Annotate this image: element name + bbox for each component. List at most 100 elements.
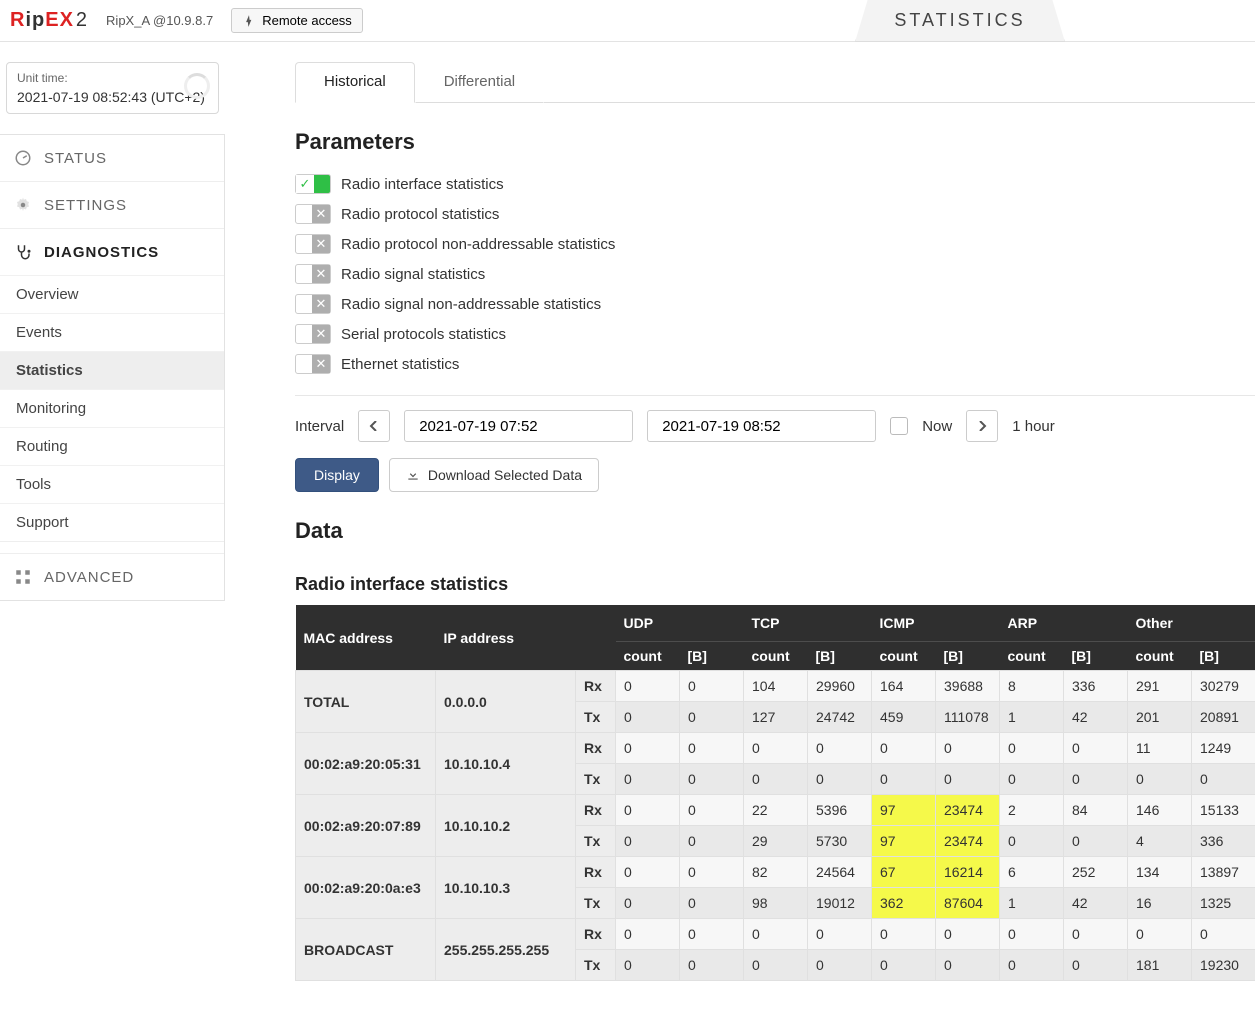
cell-value: 0 [680, 733, 744, 764]
toggle-radio-protocol-na[interactable]: ✕ [295, 234, 331, 254]
cell-value: 0 [1128, 764, 1192, 795]
nav-sub-monitoring[interactable]: Monitoring [0, 389, 224, 427]
cell-value: 146 [1128, 795, 1192, 826]
cell-value: 0 [1128, 919, 1192, 950]
download-button[interactable]: Download Selected Data [389, 458, 599, 492]
cell-value: 0 [872, 919, 936, 950]
interval-to-input[interactable] [647, 410, 876, 442]
cell-value: 0 [744, 764, 808, 795]
cell-value: 0 [1064, 919, 1128, 950]
stethoscope-icon [14, 243, 32, 261]
remote-access-label: Remote access [262, 13, 352, 28]
param-label: Radio protocol non-addressable statistic… [341, 236, 615, 253]
cell-value: 24742 [808, 702, 872, 733]
param-label: Radio interface statistics [341, 176, 504, 193]
parameters-list: ✓ Radio interface statistics ✕ Radio proto… [295, 169, 1255, 379]
nav-settings[interactable]: SETTINGS [0, 181, 224, 228]
cell-value: 19012 [808, 888, 872, 919]
cell-ip: 10.10.10.3 [436, 857, 576, 919]
tab-differential[interactable]: Differential [415, 62, 544, 103]
th-icmp: ICMP [872, 605, 1000, 642]
cell-mac: TOTAL [296, 671, 436, 733]
toggle-serial-protocols[interactable]: ✕ [295, 324, 331, 344]
th-count: count [1128, 642, 1192, 671]
table-row: TOTAL0.0.0.0Rx00104299601643968883362913… [296, 671, 1255, 702]
nav-sub-statistics[interactable]: Statistics [0, 351, 224, 389]
cell-value: 1249 [1192, 733, 1255, 764]
cell-value: 8 [1000, 671, 1064, 702]
cell-value: 0 [1000, 919, 1064, 950]
cell-value: 362 [872, 888, 936, 919]
gear-icon [14, 196, 32, 214]
cell-value: 0 [616, 857, 680, 888]
nav-sub-tools[interactable]: Tools [0, 465, 224, 503]
nav-diagnostics[interactable]: DIAGNOSTICS [0, 228, 224, 275]
now-checkbox[interactable] [890, 417, 908, 435]
cell-value: 0 [1192, 764, 1255, 795]
tab-historical[interactable]: Historical [295, 62, 415, 103]
nav-sub-overview[interactable]: Overview [0, 275, 224, 313]
download-icon [406, 468, 420, 482]
cell-value: 0 [680, 857, 744, 888]
cell-value: 0 [616, 764, 680, 795]
cell-value: 0 [1000, 733, 1064, 764]
cell-value: 0 [744, 950, 808, 981]
toggle-radio-signal-na[interactable]: ✕ [295, 294, 331, 314]
cell-value: 1325 [1192, 888, 1255, 919]
cell-value: 0 [1192, 919, 1255, 950]
cell-value: 87604 [936, 888, 1000, 919]
toggle-ethernet[interactable]: ✕ [295, 354, 331, 374]
cell-value: 336 [1192, 826, 1255, 857]
cell-value: 16214 [936, 857, 1000, 888]
param-label: Radio signal non-addressable statistics [341, 296, 601, 313]
cell-value: 0 [936, 919, 1000, 950]
cell-value: 0 [616, 671, 680, 702]
nav-sub-routing[interactable]: Routing [0, 427, 224, 465]
display-button[interactable]: Display [295, 458, 379, 492]
cell-value: 84 [1064, 795, 1128, 826]
cell-value: 134 [1128, 857, 1192, 888]
param-label: Ethernet statistics [341, 356, 459, 373]
cell-dir: Tx [576, 888, 616, 919]
cell-dir: Rx [576, 671, 616, 702]
cell-value: 4 [1128, 826, 1192, 857]
cell-value: 19230 [1192, 950, 1255, 981]
cell-value: 0 [872, 950, 936, 981]
top-bar: RipEX2 RipX_A @10.9.8.7 Remote access ST… [0, 0, 1255, 42]
cell-value: 0 [680, 671, 744, 702]
nav-sub-support[interactable]: Support [0, 503, 224, 541]
remote-access-button[interactable]: Remote access [231, 8, 363, 33]
cell-value: 42 [1064, 702, 1128, 733]
interval-prev-button[interactable] [358, 410, 390, 442]
cell-dir: Tx [576, 764, 616, 795]
nav-status[interactable]: STATUS [0, 135, 224, 181]
nav-advanced[interactable]: ADVANCED [0, 553, 224, 600]
cell-value: 291 [1128, 671, 1192, 702]
th-bytes: [B] [936, 642, 1000, 671]
stats-table: MAC address IP address UDP TCP ICMP ARP … [295, 605, 1255, 981]
cell-value: 0 [744, 733, 808, 764]
toggle-radio-protocol[interactable]: ✕ [295, 204, 331, 224]
toggle-radio-signal[interactable]: ✕ [295, 264, 331, 284]
cell-value: 181 [1128, 950, 1192, 981]
cell-value: 0 [616, 733, 680, 764]
interval-label: Interval [295, 418, 344, 435]
unit-time-value: 2021-07-19 08:52:43 (UTC+2) [17, 89, 208, 105]
th-bytes: [B] [680, 642, 744, 671]
now-label: Now [922, 418, 952, 435]
cell-value: 29960 [808, 671, 872, 702]
cell-value: 23474 [936, 795, 1000, 826]
toggle-radio-interface[interactable]: ✓ [295, 174, 331, 194]
cell-value: 1 [1000, 888, 1064, 919]
interval-from-input[interactable] [404, 410, 633, 442]
cell-value: 0 [680, 795, 744, 826]
cell-value: 15133 [1192, 795, 1255, 826]
cell-value: 459 [872, 702, 936, 733]
nav-sub-events[interactable]: Events [0, 313, 224, 351]
cell-value: 0 [1064, 733, 1128, 764]
cell-value: 0 [744, 919, 808, 950]
interval-next-button[interactable] [966, 410, 998, 442]
sidebar: Unit time: 2021-07-19 08:52:43 (UTC+2) S… [0, 42, 225, 1021]
th-count: count [616, 642, 680, 671]
param-label: Radio protocol statistics [341, 206, 499, 223]
